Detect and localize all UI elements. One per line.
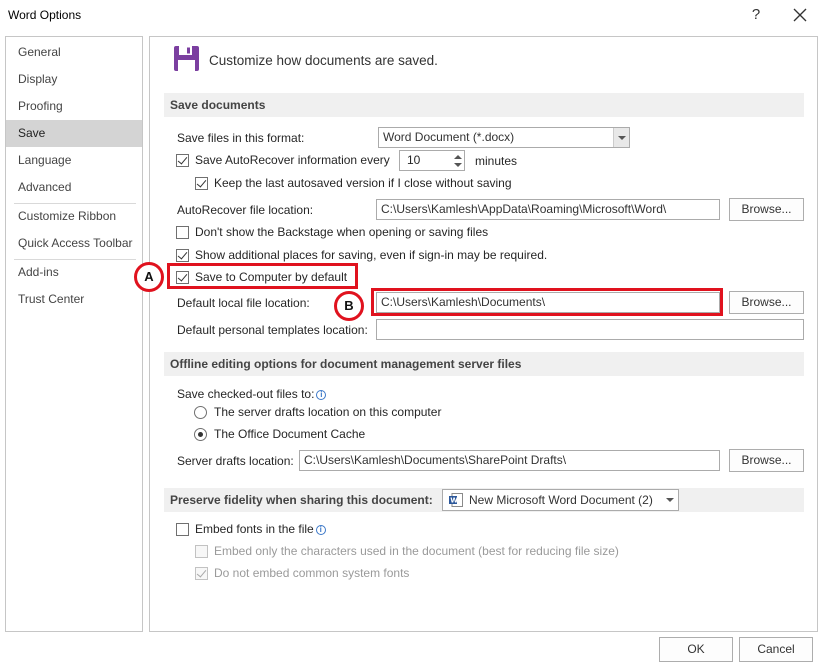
floppy-disk-icon	[174, 46, 199, 71]
minutes-label: minutes	[475, 154, 518, 168]
chevron-down-icon	[613, 128, 629, 147]
autorecover-minutes-value: 10	[407, 153, 421, 167]
format-label: Save files in this format:	[177, 131, 305, 145]
close-icon	[793, 8, 807, 22]
fidelity-document-value: New Microsoft Word Document (2)	[469, 493, 653, 507]
save-options-panel: Customize how documents are saved. Save …	[149, 36, 818, 632]
autorecover-location-input[interactable]: C:\Users\Kamlesh\AppData\Roaming\Microso…	[376, 199, 720, 220]
ok-button[interactable]: OK	[659, 637, 733, 662]
window-title: Word Options	[8, 8, 82, 22]
fidelity-document-dropdown[interactable]: W New Microsoft Word Document (2)	[442, 489, 679, 511]
word-document-icon: W	[449, 493, 463, 507]
spin-up-icon[interactable]	[454, 155, 462, 159]
show-additional-places-checkbox[interactable]	[176, 249, 189, 262]
sidebar-item-advanced[interactable]: Advanced	[6, 174, 142, 201]
page-header: Customize how documents are saved.	[209, 53, 438, 68]
sidebar-item-quick-access-toolbar[interactable]: Quick Access Toolbar	[6, 230, 142, 257]
spin-down-icon[interactable]	[454, 163, 462, 167]
default-templates-location-label: Default personal templates location:	[177, 323, 368, 337]
sidebar-item-add-ins[interactable]: Add-ins	[6, 259, 142, 286]
sidebar-item-customize-ribbon[interactable]: Customize Ribbon	[6, 203, 142, 230]
cancel-button[interactable]: Cancel	[739, 637, 813, 662]
info-icon: i	[316, 390, 327, 400]
format-dropdown[interactable]: Word Document (*.docx)	[378, 127, 630, 148]
options-sidebar: General Display Proofing Save Language A…	[5, 36, 143, 632]
svg-text:W: W	[450, 497, 458, 505]
embed-only-used-checkbox[interactable]	[195, 545, 208, 558]
close-button[interactable]	[789, 4, 811, 26]
no-backstage-checkbox[interactable]	[176, 226, 189, 239]
autorecover-location-label: AutoRecover file location:	[177, 203, 314, 217]
server-drafts-location-input[interactable]: C:\Users\Kamlesh\Documents\SharePoint Dr…	[299, 450, 720, 471]
info-icon: i	[315, 525, 326, 535]
no-backstage-label: Don't show the Backstage when opening or…	[195, 225, 489, 239]
embed-fonts-label: Embed fonts in the file	[195, 522, 314, 536]
sidebar-item-display[interactable]: Display	[6, 66, 142, 93]
server-drafts-option-label: The server drafts location on this compu…	[214, 405, 442, 419]
preserve-fidelity-label: Preserve fidelity when sharing this docu…	[170, 493, 433, 507]
server-drafts-location-label: Server drafts location:	[177, 454, 294, 468]
annotation-highlight-a	[167, 263, 358, 289]
default-templates-location-input[interactable]	[376, 319, 804, 340]
sidebar-item-general[interactable]: General	[6, 39, 142, 66]
sidebar-item-trust-center[interactable]: Trust Center	[6, 286, 142, 313]
do-not-embed-system-fonts-checkbox[interactable]	[195, 567, 208, 580]
section-offline-editing: Offline editing options for document man…	[164, 352, 804, 376]
checked-out-text: Save checked-out files to:	[177, 387, 315, 401]
annotation-callout-b: B	[334, 291, 364, 321]
embed-fonts-row: Embed fonts in the file i	[195, 522, 326, 536]
keep-last-label: Keep the last autosaved version if I clo…	[214, 176, 512, 190]
annotation-highlight-b	[371, 288, 723, 316]
embed-only-used-label: Embed only the characters used in the do…	[214, 544, 619, 558]
embed-fonts-checkbox[interactable]	[176, 523, 189, 536]
sidebar-item-proofing[interactable]: Proofing	[6, 93, 142, 120]
office-cache-radio[interactable]	[194, 428, 207, 441]
keep-last-checkbox[interactable]	[195, 177, 208, 190]
show-additional-places-label: Show additional places for saving, even …	[195, 248, 548, 262]
autorecover-browse-button[interactable]: Browse...	[729, 198, 804, 221]
office-cache-option-label: The Office Document Cache	[214, 427, 366, 441]
server-drafts-radio[interactable]	[194, 406, 207, 419]
chevron-down-icon	[662, 490, 678, 509]
title-bar: Word Options ?	[0, 0, 824, 30]
autorecover-checkbox[interactable]	[176, 154, 189, 167]
default-local-location-label: Default local file location:	[177, 296, 310, 310]
checked-out-label: Save checked-out files to: i	[177, 387, 327, 401]
annotation-callout-a: A	[134, 262, 164, 292]
do-not-embed-system-fonts-label: Do not embed common system fonts	[214, 566, 410, 580]
default-local-browse-button[interactable]: Browse...	[729, 291, 804, 314]
autorecover-label: Save AutoRecover information every	[195, 153, 390, 167]
autorecover-minutes-stepper[interactable]: 10	[399, 150, 465, 171]
section-save-documents: Save documents	[164, 93, 804, 117]
format-value: Word Document (*.docx)	[383, 130, 515, 144]
sidebar-item-language[interactable]: Language	[6, 147, 142, 174]
help-button[interactable]: ?	[746, 4, 766, 26]
sidebar-item-save[interactable]: Save	[6, 120, 142, 147]
server-drafts-browse-button[interactable]: Browse...	[729, 449, 804, 472]
